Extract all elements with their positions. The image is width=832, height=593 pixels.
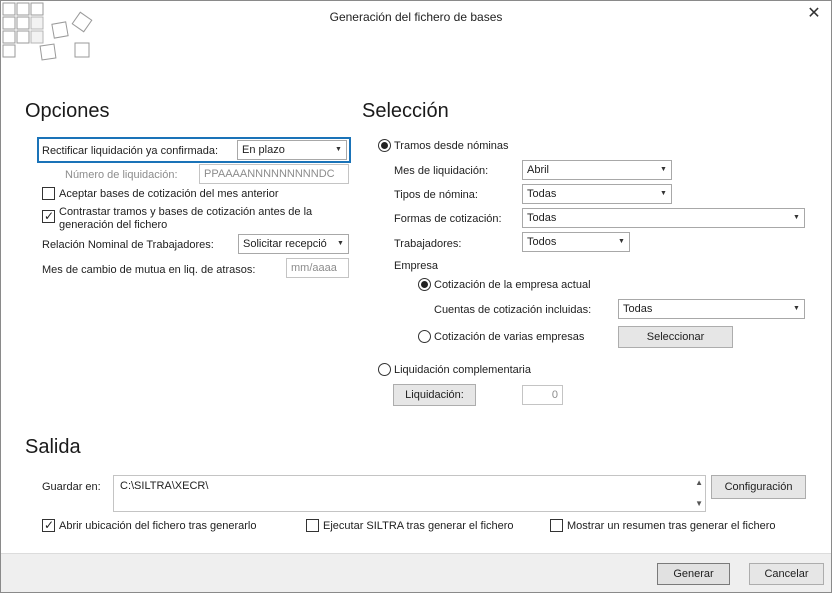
chevron-down-icon: ▼ bbox=[335, 146, 342, 153]
relacion-nominal-label: Relación Nominal de Trabajadores: bbox=[42, 239, 214, 251]
rectificar-label: Rectificar liquidación ya confirmada: bbox=[42, 145, 219, 157]
formas-cotizacion-select[interactable]: Todas ▼ bbox=[522, 208, 805, 228]
cuentas-cotizacion-select[interactable]: Todas ▼ bbox=[618, 299, 805, 319]
ejecutar-siltra-checkbox[interactable] bbox=[306, 519, 319, 532]
liquidacion-button[interactable]: Liquidación: bbox=[393, 384, 476, 406]
close-button[interactable]: ✕ bbox=[803, 5, 825, 25]
mes-liquidacion-label: Mes de liquidación: bbox=[394, 165, 489, 177]
dialog-footer: Generar Cancelar bbox=[1, 553, 831, 592]
tramos-nominas-label: Tramos desde nóminas bbox=[394, 140, 509, 152]
chevron-down-icon: ▼ bbox=[793, 305, 800, 312]
rectificar-focus-frame: Rectificar liquidación ya confirmada: En… bbox=[37, 137, 351, 163]
trabajadores-select[interactable]: Todos ▼ bbox=[522, 232, 630, 252]
contrastar-tramos-label-line1: Contrastar tramos y bases de cotización … bbox=[59, 206, 313, 218]
mes-cambio-mutua-input[interactable]: mm/aaaa bbox=[286, 258, 349, 278]
liquidacion-number-input[interactable]: 0 bbox=[522, 385, 563, 405]
seleccionar-button[interactable]: Seleccionar bbox=[618, 326, 733, 348]
seleccion-title: Selección bbox=[362, 100, 449, 122]
cuentas-cotizacion-label: Cuentas de cotización incluidas: bbox=[434, 304, 592, 316]
generar-button[interactable]: Generar bbox=[657, 563, 730, 585]
empresa-actual-label: Cotización de la empresa actual bbox=[434, 279, 591, 291]
chevron-down-icon: ▼ bbox=[337, 240, 344, 247]
varias-empresas-label: Cotización de varias empresas bbox=[434, 331, 585, 343]
chevron-down-icon: ▼ bbox=[618, 238, 625, 245]
cancelar-button[interactable]: Cancelar bbox=[749, 563, 824, 585]
guardar-en-label: Guardar en: bbox=[42, 481, 101, 493]
radio-dot-icon bbox=[421, 281, 428, 288]
guardar-en-value: C:\SILTRA\XECR\ bbox=[120, 480, 209, 492]
aceptar-bases-checkbox[interactable] bbox=[42, 187, 55, 200]
contrastar-tramos-label-line2: generación del fichero bbox=[59, 219, 168, 231]
ejecutar-siltra-label: Ejecutar SILTRA tras generar el fichero bbox=[323, 520, 514, 532]
mostrar-resumen-label: Mostrar un resumen tras generar el fiche… bbox=[567, 520, 776, 532]
formas-cotizacion-label: Formas de cotización: bbox=[394, 213, 502, 225]
varias-empresas-radio[interactable] bbox=[418, 330, 431, 343]
abrir-ubicacion-label: Abrir ubicación del fichero tras generar… bbox=[59, 520, 257, 532]
aceptar-bases-label: Aceptar bases de cotización del mes ante… bbox=[59, 188, 279, 200]
mes-cambio-mutua-label: Mes de cambio de mutua en liq. de atraso… bbox=[42, 264, 256, 276]
opciones-title: Opciones bbox=[25, 100, 110, 122]
numero-liquidacion-input[interactable]: PPAAAANNNNNNNNNDC bbox=[199, 164, 349, 184]
scroll-down-icon[interactable]: ▼ bbox=[695, 499, 703, 509]
trabajadores-label: Trabajadores: bbox=[394, 238, 462, 250]
tipos-nomina-select[interactable]: Todas ▼ bbox=[522, 184, 672, 204]
dialog-window: Generación del fichero de bases ✕ Opcion… bbox=[0, 0, 832, 593]
numero-liquidacion-label: Número de liquidación: bbox=[65, 169, 178, 181]
guardar-en-textarea[interactable]: C:\SILTRA\XECR\ ▲ ▼ bbox=[113, 475, 706, 512]
chevron-down-icon: ▼ bbox=[660, 190, 667, 197]
tipos-nomina-label: Tipos de nómina: bbox=[394, 189, 478, 201]
abrir-ubicacion-checkbox[interactable]: ✓ bbox=[42, 518, 55, 532]
tramos-nominas-radio[interactable] bbox=[378, 139, 391, 152]
check-mark-icon: ✓ bbox=[44, 518, 55, 532]
configuracion-button[interactable]: Configuración bbox=[711, 475, 806, 499]
radio-dot-icon bbox=[381, 142, 388, 149]
empresa-label: Empresa bbox=[394, 260, 439, 272]
check-mark-icon: ✓ bbox=[44, 209, 55, 223]
window-title: Generación del fichero de bases bbox=[329, 10, 503, 24]
mostrar-resumen-checkbox[interactable] bbox=[550, 519, 563, 532]
liquidacion-complementaria-label: Liquidación complementaria bbox=[394, 364, 531, 376]
chevron-down-icon: ▼ bbox=[793, 214, 800, 221]
contrastar-tramos-checkbox[interactable]: ✓ bbox=[42, 209, 55, 223]
rectificar-select[interactable]: En plazo ▼ bbox=[237, 140, 347, 160]
relacion-nominal-select[interactable]: Solicitar recepció ▼ bbox=[238, 234, 349, 254]
salida-title: Salida bbox=[25, 436, 81, 458]
scroll-up-icon[interactable]: ▲ bbox=[695, 478, 703, 488]
empresa-actual-radio[interactable] bbox=[418, 278, 431, 291]
liquidacion-complementaria-radio[interactable] bbox=[378, 363, 391, 376]
chevron-down-icon: ▼ bbox=[660, 166, 667, 173]
mes-liquidacion-select[interactable]: Abril ▼ bbox=[522, 160, 672, 180]
